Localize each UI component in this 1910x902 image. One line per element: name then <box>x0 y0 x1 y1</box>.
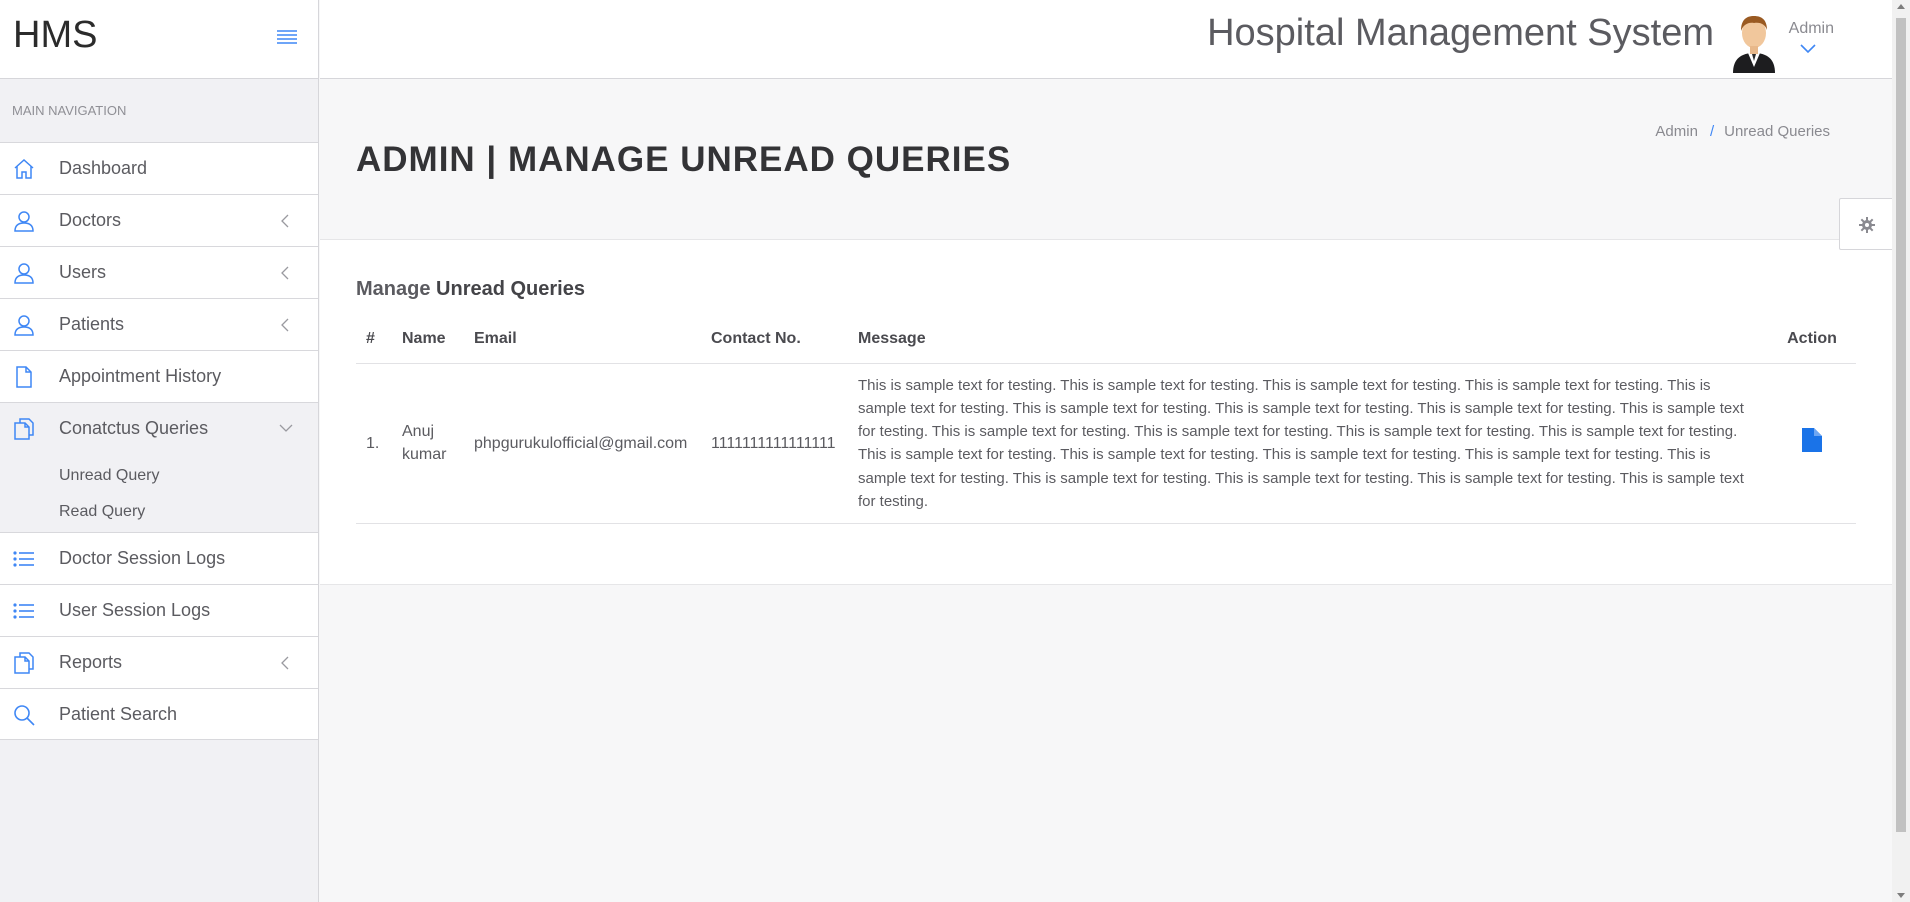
search-icon <box>12 703 36 727</box>
queries-table: # Name Email Contact No. Message Action … <box>356 315 1856 525</box>
submenu-item-read-query[interactable]: Read Query <box>0 494 318 530</box>
settings-button[interactable] <box>1839 198 1893 250</box>
breadcrumb-separator: / <box>1709 123 1715 140</box>
column-header-email: Email <box>464 315 701 364</box>
menu-toggle-icon[interactable] <box>274 24 302 50</box>
cell-index: 1. <box>356 363 392 525</box>
sidebar-item-label: Conatctus Queries <box>59 418 209 438</box>
scrollbar-thumb[interactable] <box>1896 18 1906 832</box>
table-row: 1. Anuj kumar phpgurukulofficial@gmail.c… <box>356 363 1856 525</box>
chevron-left-icon <box>278 213 292 229</box>
user-name[interactable]: Admin <box>1789 20 1834 38</box>
sidebar: HMS MAIN NAVIGATION Dashboard Doctors Us… <box>0 0 319 902</box>
sidebar-item-doctors[interactable]: Doctors <box>0 194 318 246</box>
table-header-row: # Name Email Contact No. Message Action <box>356 315 1856 364</box>
sidebar-item-user-session-logs[interactable]: User Session Logs <box>0 584 318 636</box>
sidebar-item-patient-search[interactable]: Patient Search <box>0 688 318 740</box>
sidebar-item-users[interactable]: Users <box>0 246 318 298</box>
breadcrumb: Admin / Unread Queries <box>1655 123 1830 140</box>
top-bar: Hospital Management System Admin <box>320 0 1892 79</box>
chevron-down-icon[interactable] <box>1799 42 1817 54</box>
cell-email: phpgurukulofficial@gmail.com <box>464 363 701 525</box>
chevron-left-icon <box>278 655 292 671</box>
sidebar-item-label: Doctor Session Logs <box>59 548 226 568</box>
column-header-contact: Contact No. <box>701 315 848 364</box>
file-icon <box>12 365 36 389</box>
chevron-left-icon <box>278 317 292 333</box>
sidebar-item-patients[interactable]: Patients <box>0 298 318 350</box>
sidebar-item-contact-queries[interactable]: Conatctus Queries <box>0 402 318 454</box>
page-title: ADMIN | MANAGE UNREAD QUERIES <box>356 140 1012 179</box>
sidebar-item-label: Users <box>59 262 107 282</box>
chevron-down-icon <box>278 421 293 437</box>
system-title: Hospital Management System <box>1207 12 1714 54</box>
sidebar-item-label: Reports <box>59 652 123 672</box>
contact-queries-submenu: Unread Query Read Query <box>0 454 318 532</box>
brand-bar: HMS <box>0 0 318 79</box>
column-header-name: Name <box>392 315 464 364</box>
sidebar-item-label: Dashboard <box>59 158 148 178</box>
panel-title: Manage Unread Queries <box>356 278 585 301</box>
main-content: ADMIN | MANAGE UNREAD QUERIES Admin / Unre… <box>320 80 1893 902</box>
column-header-action: Action <box>1768 315 1856 364</box>
user-icon <box>12 209 36 233</box>
cell-name: Anuj kumar <box>392 363 464 525</box>
page-header: ADMIN | MANAGE UNREAD QUERIES Admin / Unre… <box>320 80 1892 240</box>
list-icon <box>12 599 36 623</box>
app-root: HMS MAIN NAVIGATION Dashboard Doctors Us… <box>0 0 1910 902</box>
sidebar-item-label: Appointment History <box>59 366 222 386</box>
user-icon <box>12 261 36 285</box>
cell-action <box>1768 363 1856 525</box>
breadcrumb-current: Unread Queries <box>1724 123 1830 140</box>
files-icon <box>12 417 36 441</box>
vertical-scrollbar[interactable] <box>1892 0 1910 902</box>
avatar[interactable] <box>1729 11 1779 73</box>
sidebar-item-reports[interactable]: Reports <box>0 636 318 688</box>
home-icon <box>12 157 36 181</box>
breadcrumb-root[interactable]: Admin <box>1655 123 1698 140</box>
main-navigation: Dashboard Doctors Users Patients Appoint… <box>0 142 318 740</box>
sidebar-item-label: Patients <box>59 314 125 334</box>
cell-message: This is sample text for testing. This is… <box>848 363 1768 525</box>
column-header-message: Message <box>848 315 1768 364</box>
nav-caption: MAIN NAVIGATION <box>12 103 127 118</box>
app-logo[interactable]: HMS <box>13 14 97 57</box>
panel-title-bold: Unread Queries <box>436 278 585 300</box>
files-icon <box>12 651 36 675</box>
sidebar-item-appointment-history[interactable]: Appointment History <box>0 350 318 402</box>
chevron-left-icon <box>278 265 292 281</box>
submenu-item-unread-query[interactable]: Unread Query <box>0 458 318 494</box>
scroll-down-arrow-icon[interactable] <box>1897 893 1905 898</box>
queries-panel: Manage Unread Queries # Name Email Conta… <box>320 240 1892 585</box>
scroll-up-arrow-icon[interactable] <box>1897 4 1905 9</box>
file-icon[interactable] <box>1801 427 1823 453</box>
sidebar-item-doctor-session-logs[interactable]: Doctor Session Logs <box>0 532 318 584</box>
column-header-index: # <box>356 315 392 364</box>
cell-contact: 1111111111111111 <box>701 363 848 525</box>
list-icon <box>12 547 36 571</box>
sidebar-item-label: Doctors <box>59 210 122 230</box>
sidebar-item-dashboard[interactable]: Dashboard <box>0 142 318 194</box>
panel-title-prefix: Manage <box>356 278 431 300</box>
gear-icon <box>1859 217 1875 233</box>
user-icon <box>12 313 36 337</box>
sidebar-item-label: User Session Logs <box>59 600 211 620</box>
sidebar-item-label: Patient Search <box>59 703 178 724</box>
